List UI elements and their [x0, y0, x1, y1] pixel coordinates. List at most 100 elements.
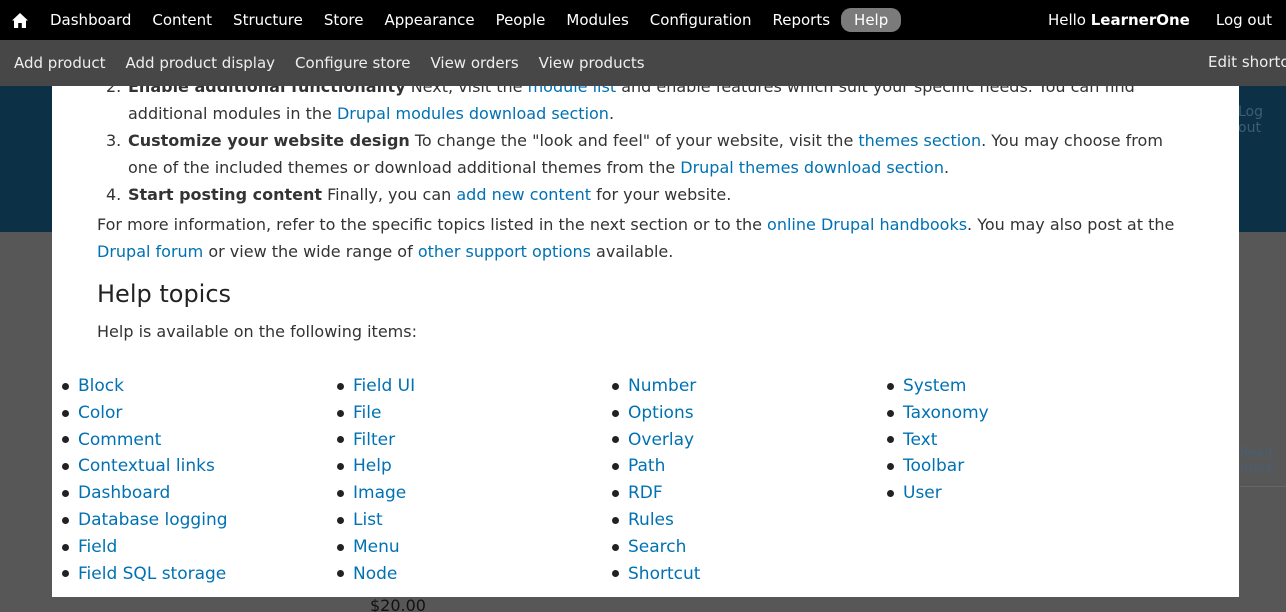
nav-dashboard[interactable]: Dashboard — [40, 6, 141, 34]
help-topic-link-rules[interactable]: Rules — [628, 507, 674, 534]
help-topic-link-text[interactable]: Text — [903, 427, 937, 454]
step-title: Start posting content — [128, 185, 322, 204]
help-topic-link-taxonomy[interactable]: Taxonomy — [903, 400, 989, 427]
help-topic-item: Filter — [337, 427, 612, 454]
bullet-icon — [62, 382, 69, 390]
nav-help[interactable]: Help — [841, 8, 902, 32]
help-topic-item: Dashboard — [62, 480, 337, 507]
drupal-modules-download-link[interactable]: Drupal modules download section — [337, 104, 609, 123]
help-topic-link-system[interactable]: System — [903, 373, 966, 400]
help-topic-item: Shortcut — [612, 561, 887, 588]
shortcut-add-product-display[interactable]: Add product display — [112, 54, 276, 72]
bullet-icon — [62, 436, 69, 444]
help-topic-item: Text — [887, 427, 1162, 454]
online-drupal-handbooks-link[interactable]: online Drupal handbooks — [767, 215, 967, 234]
bullet-icon — [62, 463, 69, 471]
help-topic-link-comment[interactable]: Comment — [78, 427, 161, 454]
nav-modules[interactable]: Modules — [556, 6, 638, 34]
help-topic-link-database-logging[interactable]: Database logging — [78, 507, 228, 534]
help-topic-link-filter[interactable]: Filter — [353, 427, 395, 454]
info-text: For more information, refer to the speci… — [97, 215, 768, 234]
help-topic-link-block[interactable]: Block — [78, 373, 124, 400]
help-topics-intro: Help is available on the following items… — [97, 322, 417, 341]
bullet-icon — [612, 382, 619, 390]
nav-store[interactable]: Store — [314, 6, 374, 34]
help-topics-column: Field UI File Filter Help Image List Menu Node — [337, 373, 612, 587]
module-list-link[interactable]: module list — [528, 86, 617, 96]
help-topic-link-image[interactable]: Image — [353, 480, 406, 507]
nav-content[interactable]: Content — [142, 6, 222, 34]
shortcut-add-product[interactable]: Add product — [0, 54, 106, 72]
help-topics-column: Block Color Comment Contextual links Dashboa… — [62, 373, 337, 587]
nav-configuration[interactable]: Configuration — [640, 6, 762, 34]
step-title: Customize your website design — [128, 131, 410, 150]
nav-structure[interactable]: Structure — [223, 6, 313, 34]
username-link[interactable]: LearnerOne — [1091, 11, 1190, 29]
bullet-icon — [337, 463, 344, 471]
nav-appearance[interactable]: Appearance — [374, 6, 484, 34]
help-topics-heading: Help topics — [97, 280, 232, 308]
nav-reports[interactable]: Reports — [763, 6, 841, 34]
bullet-icon — [612, 516, 619, 524]
bullet-icon — [62, 516, 69, 524]
help-topic-link-search[interactable]: Search — [628, 534, 686, 561]
step-title: Enable additional functionality — [128, 86, 406, 96]
help-topic-item: Node — [337, 561, 612, 588]
logout-link[interactable]: Log out — [1216, 11, 1272, 29]
add-new-content-link[interactable]: add new content — [456, 185, 591, 204]
home-button[interactable] — [0, 0, 40, 40]
drupal-themes-download-link[interactable]: Drupal themes download section — [680, 158, 944, 177]
help-topic-link-node[interactable]: Node — [353, 561, 397, 588]
nav-people[interactable]: People — [486, 6, 556, 34]
background-read-more-link: Read more — [1240, 446, 1274, 476]
bullet-icon — [612, 490, 619, 498]
help-topic-link-number[interactable]: Number — [628, 373, 696, 400]
help-topic-item: Menu — [337, 534, 612, 561]
help-topic-item: Search — [612, 534, 887, 561]
user-greeting: Hello LearnerOne — [1048, 11, 1190, 29]
help-topic-link-dashboard[interactable]: Dashboard — [78, 480, 170, 507]
help-topic-item: Field — [62, 534, 337, 561]
help-topic-item: Number — [612, 373, 887, 400]
help-topic-link-field-ui[interactable]: Field UI — [353, 373, 415, 400]
bullet-icon — [62, 490, 69, 498]
help-topic-link-shortcut[interactable]: Shortcut — [628, 561, 700, 588]
shortcut-view-products[interactable]: View products — [525, 54, 645, 72]
bullet-icon — [62, 570, 69, 578]
help-content: 2. Enable additional functionality Next, … — [97, 86, 1197, 343]
help-topic-link-help[interactable]: Help — [353, 453, 392, 480]
bullet-icon — [887, 382, 894, 390]
step-number: 3. — [106, 131, 122, 150]
help-topic-link-user[interactable]: User — [903, 480, 942, 507]
home-icon — [12, 12, 28, 28]
help-topic-link-rdf[interactable]: RDF — [628, 480, 663, 507]
help-topic-item: Field SQL storage — [62, 561, 337, 588]
background-price: $20.00 — [370, 596, 426, 612]
help-topic-link-options[interactable]: Options — [628, 400, 694, 427]
help-topic-link-list[interactable]: List — [353, 507, 383, 534]
help-topic-item: Image — [337, 480, 612, 507]
bullet-icon — [337, 490, 344, 498]
help-topic-link-overlay[interactable]: Overlay — [628, 427, 694, 454]
help-topic-item: Overlay — [612, 427, 887, 454]
bullet-icon — [337, 543, 344, 551]
shortcut-view-orders[interactable]: View orders — [416, 54, 518, 72]
help-topic-link-field-sql-storage[interactable]: Field SQL storage — [78, 561, 226, 588]
themes-section-link[interactable]: themes section — [858, 131, 981, 150]
help-topic-link-color[interactable]: Color — [78, 400, 122, 427]
edit-shortcuts-link[interactable]: Edit shortcuts — [1208, 53, 1286, 71]
help-overlay: 2. Enable additional functionality Next, … — [52, 86, 1239, 597]
drupal-forum-link[interactable]: Drupal forum — [97, 242, 203, 261]
help-topic-link-menu[interactable]: Menu — [353, 534, 400, 561]
getting-started-steps: 2. Enable additional functionality Next, … — [97, 86, 1197, 208]
other-support-options-link[interactable]: other support options — [418, 242, 591, 261]
background-divider — [1240, 486, 1286, 487]
shortcut-configure-store[interactable]: Configure store — [281, 54, 410, 72]
help-topic-item: Block — [62, 373, 337, 400]
help-topic-link-contextual-links[interactable]: Contextual links — [78, 453, 215, 480]
help-topic-link-field[interactable]: Field — [78, 534, 117, 561]
bullet-icon — [337, 382, 344, 390]
help-topic-link-toolbar[interactable]: Toolbar — [903, 453, 964, 480]
help-topic-link-file[interactable]: File — [353, 400, 381, 427]
help-topic-link-path[interactable]: Path — [628, 453, 665, 480]
